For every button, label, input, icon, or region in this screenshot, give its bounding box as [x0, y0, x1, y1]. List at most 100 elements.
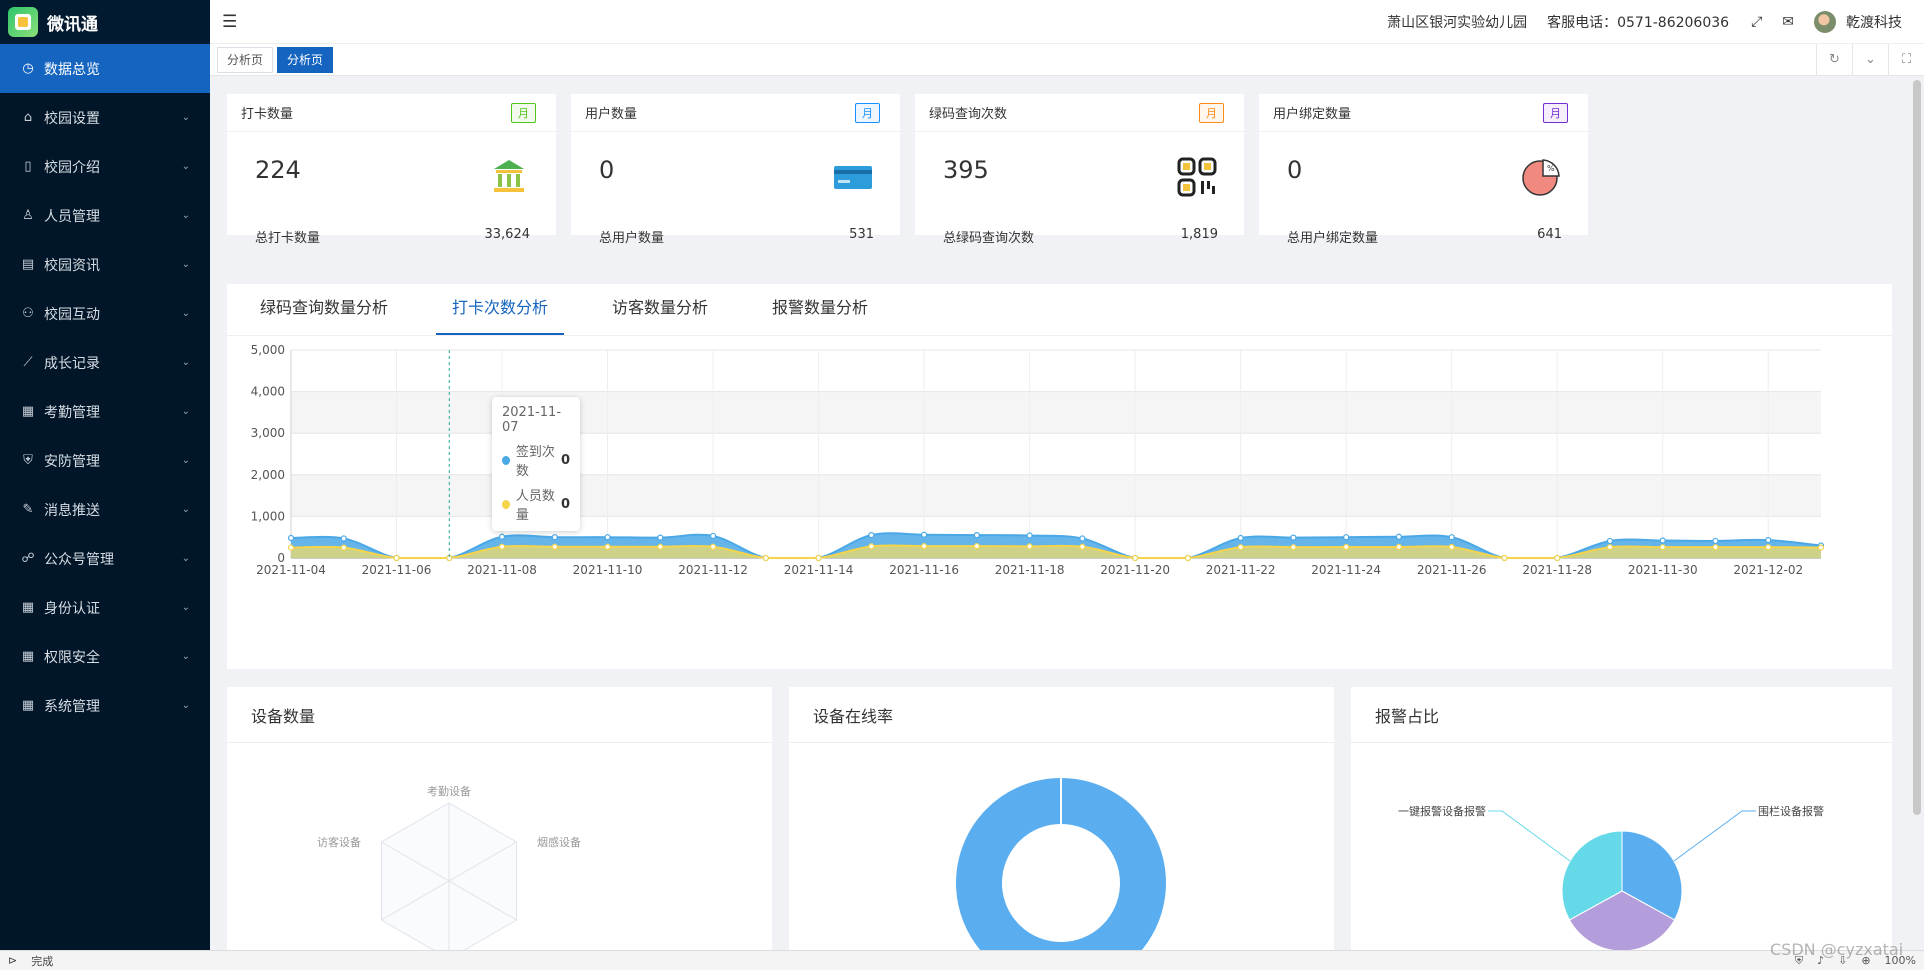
- data-point[interactable]: [498, 543, 506, 550]
- data-point[interactable]: [1712, 537, 1719, 545]
- app-logo[interactable]: 微讯通: [0, 0, 210, 44]
- sidebar-item[interactable]: ▯ 校园介绍 ⌄: [0, 142, 210, 191]
- main-content: 打卡数量 月 224 总打卡数量 33,624 用户数量 月 0 总用户数量 53…: [210, 77, 1924, 950]
- avatar[interactable]: [1814, 10, 1836, 33]
- series-dot: [502, 455, 510, 465]
- page-tab-active[interactable]: 分析页: [277, 46, 334, 73]
- sidebar-item[interactable]: ◷ 数据总览: [0, 44, 210, 93]
- data-point[interactable]: [1290, 544, 1297, 551]
- data-point[interactable]: [709, 532, 717, 540]
- stat-total-label: 总绿码查询次数: [943, 231, 1035, 246]
- data-point[interactable]: [1079, 535, 1086, 542]
- data-point[interactable]: [973, 543, 980, 550]
- sidebar-item[interactable]: ✎ 消息推送 ⌄: [0, 485, 210, 534]
- sidebar-item[interactable]: ▦ 系统管理 ⌄: [0, 681, 210, 730]
- data-point[interactable]: [1237, 534, 1244, 542]
- data-point[interactable]: [1132, 554, 1139, 562]
- sidebar-item[interactable]: ▦ 身份认证 ⌄: [0, 583, 210, 632]
- sidebar-item[interactable]: ▦ 权限安全 ⌄: [0, 632, 210, 681]
- data-point[interactable]: [287, 534, 295, 542]
- sidebar-item[interactable]: ⟋ 成长记录 ⌄: [0, 338, 210, 387]
- data-point[interactable]: [1184, 554, 1191, 562]
- data-point[interactable]: [868, 543, 875, 550]
- data-point[interactable]: [709, 543, 717, 550]
- shield-icon: ⛨: [23, 453, 33, 468]
- data-point[interactable]: [551, 543, 558, 550]
- sidebar-item[interactable]: ▦ 考勤管理 ⌄: [0, 387, 210, 436]
- data-point[interactable]: [1343, 543, 1350, 551]
- chevron-down-icon[interactable]: ⌄: [1852, 43, 1888, 76]
- data-point[interactable]: [1765, 544, 1772, 551]
- chevron-down-icon: ⌄: [181, 602, 190, 613]
- data-point[interactable]: [1395, 533, 1403, 540]
- data-point[interactable]: [1606, 537, 1614, 545]
- data-point[interactable]: [1817, 544, 1825, 551]
- data-point[interactable]: [657, 543, 664, 550]
- sidebar-item[interactable]: ⚇ 校园互动 ⌄: [0, 289, 210, 338]
- data-point[interactable]: [604, 534, 611, 541]
- data-point[interactable]: [1026, 543, 1033, 550]
- data-point[interactable]: [921, 531, 928, 538]
- fullscreen-icon[interactable]: ⤢: [1751, 14, 1762, 30]
- data-point[interactable]: [1448, 534, 1455, 541]
- scrollbar[interactable]: [1913, 80, 1921, 815]
- data-point[interactable]: [868, 532, 875, 539]
- data-point[interactable]: [1501, 554, 1508, 562]
- analysis-tab[interactable]: 报警数量分析: [756, 283, 884, 335]
- sidebar-item[interactable]: ☍ 公众号管理 ⌄: [0, 534, 210, 583]
- data-point[interactable]: [1343, 534, 1350, 541]
- data-point[interactable]: [1606, 544, 1614, 551]
- data-point[interactable]: [1290, 534, 1297, 541]
- checkin-area-chart[interactable]: 0 1,000 2,000 3,000 4,000 5,000 2021-11-04 2021…: [227, 336, 1892, 669]
- data-point[interactable]: [1712, 544, 1719, 551]
- data-point[interactable]: [498, 533, 506, 540]
- analysis-tab[interactable]: 绿码查询数量分析: [244, 283, 404, 335]
- sidebar-item[interactable]: ⌂ 校园设置 ⌄: [0, 93, 210, 142]
- data-point[interactable]: [762, 554, 769, 562]
- pie-label: 围栏设备报警: [1758, 804, 1824, 818]
- wechat-icon[interactable]: ✉: [1782, 14, 1794, 30]
- data-point[interactable]: [1395, 543, 1403, 551]
- svg-text:%: %: [1547, 164, 1555, 173]
- play-icon[interactable]: ⊳: [8, 954, 17, 967]
- analysis-tab[interactable]: 打卡次数分析: [436, 283, 565, 335]
- stat-title: 绿码查询次数: [929, 107, 1008, 122]
- online-rate-panel: 设备在线率: [789, 687, 1334, 950]
- data-point[interactable]: [1237, 544, 1244, 551]
- sidebar-item[interactable]: ▤ 校园资讯 ⌄: [0, 240, 210, 289]
- data-point[interactable]: [1079, 543, 1086, 550]
- grid-icon: ▦: [21, 649, 35, 664]
- data-point[interactable]: [1659, 544, 1666, 551]
- data-point[interactable]: [604, 543, 611, 550]
- pie-label: 一键报警设备报警: [1398, 804, 1486, 818]
- data-point[interactable]: [1026, 532, 1033, 539]
- sidebar-item-label: 成长记录: [44, 355, 100, 372]
- data-point[interactable]: [1659, 537, 1666, 544]
- data-point[interactable]: [657, 534, 664, 541]
- page-tab[interactable]: 分析页: [217, 46, 274, 73]
- data-point[interactable]: [1765, 537, 1772, 544]
- maximize-icon[interactable]: ⛶: [1888, 43, 1924, 76]
- sidebar-item[interactable]: ♙ 人员管理 ⌄: [0, 191, 210, 240]
- data-point[interactable]: [1448, 543, 1455, 551]
- stat-total-value: 1,819: [1180, 227, 1218, 242]
- menu-toggle-icon[interactable]: ☰: [222, 12, 242, 32]
- chevron-down-icon: ⌄: [181, 651, 190, 662]
- data-point[interactable]: [340, 535, 347, 542]
- refresh-icon[interactable]: ↻: [1816, 43, 1852, 76]
- sidebar-item[interactable]: ⛨ 安防管理 ⌄: [0, 436, 210, 485]
- home-icon: ⌂: [23, 110, 33, 125]
- data-point[interactable]: [815, 554, 822, 562]
- series-dot: [502, 499, 510, 509]
- analysis-tab[interactable]: 访客数量分析: [596, 283, 724, 335]
- data-point[interactable]: [1554, 554, 1561, 562]
- data-point[interactable]: [340, 544, 347, 551]
- user-name[interactable]: 乾渡科技: [1846, 12, 1902, 32]
- y-tick-label: 2,000: [251, 468, 285, 482]
- data-point[interactable]: [393, 554, 400, 562]
- data-point[interactable]: [287, 544, 295, 551]
- data-point[interactable]: [551, 534, 558, 541]
- data-point[interactable]: [973, 532, 980, 539]
- data-point[interactable]: [921, 543, 928, 550]
- status-bar: ⊳ 完成 ⛨ ♪ ⇩ ⊕ 100%: [0, 950, 1924, 970]
